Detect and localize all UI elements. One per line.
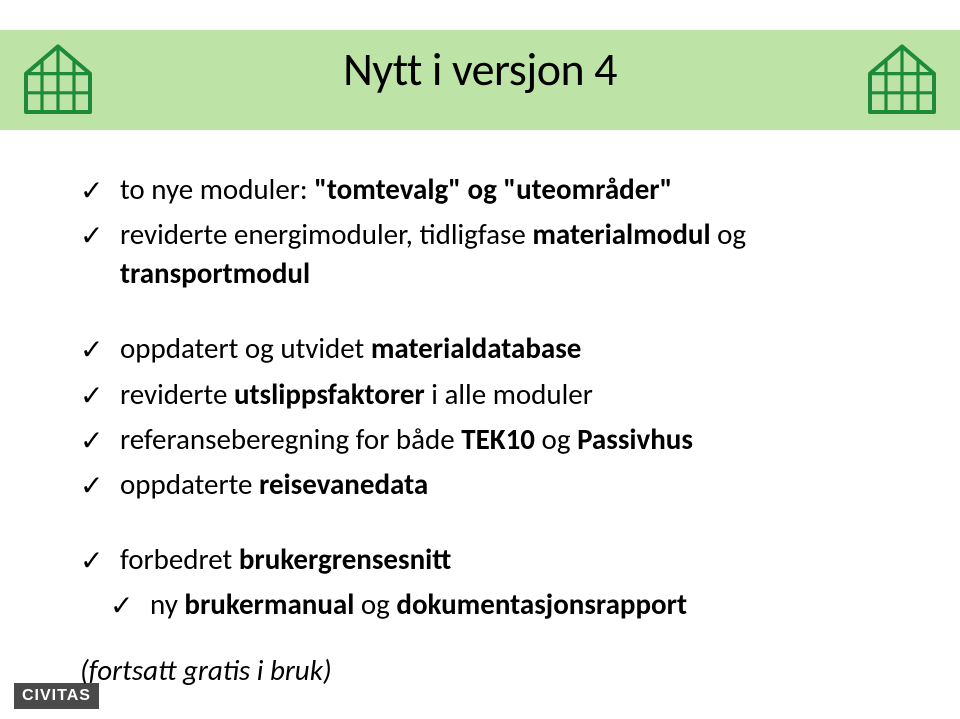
- bullet-bold: materialmodul: [532, 216, 710, 252]
- bullet-bold: materialdatabase: [371, 330, 582, 366]
- bullet-text: og: [535, 421, 577, 457]
- bullet-item: ✓ reviderte energimoduler, tidligfase ma…: [80, 215, 900, 293]
- slide-content: ✓ to nye moduler: "tomtevalg" og "uteomr…: [80, 170, 900, 688]
- bullet-text: og: [711, 216, 747, 252]
- spacer: [80, 299, 900, 323]
- bullet-text: og: [354, 586, 396, 622]
- bullet-bold: transportmodul: [120, 255, 310, 291]
- bullet-item: ✓ to nye moduler: "tomtevalg" og "uteomr…: [80, 170, 900, 209]
- bullet-bold: TEK10: [461, 421, 535, 457]
- bullet-text: i alle moduler: [425, 376, 593, 412]
- bullet-bold: Passivhus: [577, 421, 693, 457]
- spacer: [80, 510, 900, 534]
- bullet-text: to nye moduler:: [120, 171, 314, 207]
- bullet-text: ny: [150, 586, 184, 622]
- check-icon: ✓: [80, 331, 103, 369]
- check-icon: ✓: [110, 587, 133, 625]
- check-icon: ✓: [80, 217, 103, 255]
- bullet-item: ✓ oppdatert og utvidet materialdatabase: [80, 329, 900, 368]
- bullet-text: reviderte: [120, 376, 234, 412]
- check-icon: ✓: [80, 542, 103, 580]
- bullet-item: ✓ oppdaterte reisevanedata: [80, 465, 900, 504]
- bullet-text: forbedret: [120, 541, 239, 577]
- slide-title: Nytt i versjon 4: [0, 42, 960, 98]
- bullet-bold: brukermanual: [184, 586, 354, 622]
- check-icon: ✓: [80, 377, 103, 415]
- check-icon: ✓: [80, 172, 103, 210]
- bullet-list: ✓ to nye moduler: "tomtevalg" og "uteomr…: [80, 170, 900, 624]
- bullet-bold: reisevanedata: [259, 466, 428, 502]
- bullet-text: oppdatert og utvidet: [120, 330, 371, 366]
- bullet-text: referanseberegning for både: [120, 421, 461, 457]
- slide: Nytt i versjon 4 ✓ to nye moduler: "tomt…: [0, 0, 960, 719]
- bullet-item: ✓ ny brukermanual og dokumentasjonsrappo…: [80, 585, 900, 624]
- bullet-item: ✓ referanseberegning for både TEK10 og P…: [80, 420, 900, 459]
- bullet-item: ✓ reviderte utslippsfaktorer i alle modu…: [80, 375, 900, 414]
- bullet-bold: utslippsfaktorer: [234, 376, 425, 412]
- footnote: (fortsatt gratis i bruk): [80, 652, 900, 688]
- bullet-text: reviderte energimoduler, tidligfase: [120, 216, 532, 252]
- check-icon: ✓: [80, 467, 103, 505]
- bullet-bold: brukergrensesnitt: [239, 541, 451, 577]
- bullet-item: ✓ forbedret brukergrensesnitt: [80, 540, 900, 579]
- bullet-text: oppdaterte: [120, 466, 259, 502]
- bullet-bold: dokumentasjonsrapport: [396, 586, 687, 622]
- check-icon: ✓: [80, 422, 103, 460]
- bullet-bold: "tomtevalg" og "uteområder": [314, 171, 672, 207]
